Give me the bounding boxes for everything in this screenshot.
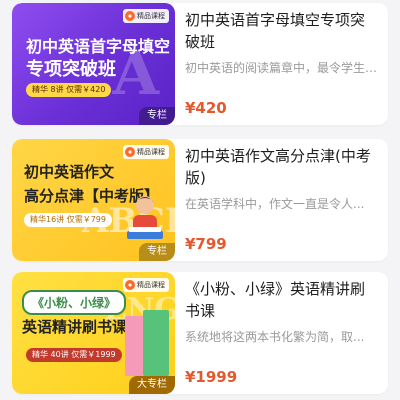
column-tag: 专栏 xyxy=(139,107,175,125)
thumbnail-title: 初中英语作文 xyxy=(24,163,115,181)
thumbnail-meta: 精华 8讲 仅需￥420 xyxy=(26,83,112,97)
brand-badge: 精品课程 xyxy=(123,278,169,292)
course-title[interactable]: 初中英语首字母填空专项突破班 xyxy=(185,9,378,53)
course-thumbnail[interactable]: ENG 精品课程 《小粉、小绿》 英语精讲刷书课 精华 40讲 仅需￥1999 … xyxy=(12,272,175,394)
thumbnail-subtitle: 专项突破班 xyxy=(26,59,116,80)
column-tag: 专栏 xyxy=(139,243,175,261)
brand-badge-text: 精品课程 xyxy=(137,281,165,289)
course-list: A 精品课程 初中英语首字母填空 专项突破班 精华 8讲 仅需￥420 专栏 初… xyxy=(0,0,400,400)
thumbnail-title: 英语精讲刷书课 xyxy=(22,318,128,336)
brand-badge: 精品课程 xyxy=(123,9,169,23)
books-illustration xyxy=(125,310,171,380)
thumbnail-title: 初中英语首字母填空 xyxy=(26,37,171,56)
course-card[interactable]: ENG 精品课程 《小粉、小绿》 英语精讲刷书课 精华 40讲 仅需￥1999 … xyxy=(12,272,388,394)
brand-badge-text: 精品课程 xyxy=(137,148,165,156)
course-thumbnail[interactable]: A 精品课程 初中英语首字母填空 专项突破班 精华 8讲 仅需￥420 专栏 xyxy=(12,3,175,125)
book-green xyxy=(143,310,169,376)
course-thumbnail[interactable]: ABCD 精品课程 初中英语作文 高分点津【中考版】 精华16讲 仅需￥799 … xyxy=(12,139,175,261)
course-info: 初中英语首字母填空专项突破班 初中英语的阅读篇章中，最令学生头疼的... ¥42… xyxy=(185,3,378,125)
brand-badge: 精品课程 xyxy=(123,145,169,159)
course-card[interactable]: ABCD 精品课程 初中英语作文 高分点津【中考版】 精华16讲 仅需￥799 … xyxy=(12,139,388,261)
course-title[interactable]: 《小粉、小绿》英语精讲刷书课 xyxy=(185,278,378,322)
brand-logo-icon xyxy=(125,11,135,21)
course-info: 初中英语作文高分点津(中考版) 在英语学科中，作文一直是令人... ¥799 xyxy=(185,139,378,261)
course-description: 系统地将这两本书化繁为简，取... xyxy=(185,330,365,344)
brand-logo-icon xyxy=(125,147,135,157)
thumbnail-bubble-title: 《小粉、小绿》 xyxy=(22,290,127,315)
student-illustration xyxy=(127,196,163,239)
course-card[interactable]: A 精品课程 初中英语首字母填空 专项突破班 精华 8讲 仅需￥420 专栏 初… xyxy=(12,3,388,125)
course-price: ¥799 xyxy=(185,235,227,253)
course-title[interactable]: 初中英语作文高分点津(中考版) xyxy=(185,145,378,189)
course-info: 《小粉、小绿》英语精讲刷书课 系统地将这两本书化繁为简，取... ¥1999 xyxy=(185,272,378,394)
brand-badge-text: 精品课程 xyxy=(137,12,165,20)
column-tag: 大专栏 xyxy=(129,376,175,394)
course-description: 在英语学科中，作文一直是令人... xyxy=(185,197,365,211)
brand-logo-icon xyxy=(125,280,135,290)
course-price: ¥1999 xyxy=(185,368,238,386)
thumbnail-meta: 精华16讲 仅需￥799 xyxy=(24,213,112,227)
course-price: ¥420 xyxy=(185,99,227,117)
thumbnail-meta: 精华 40讲 仅需￥1999 xyxy=(26,348,122,362)
course-description: 初中英语的阅读篇章中，最令学生头疼的... xyxy=(185,61,378,75)
